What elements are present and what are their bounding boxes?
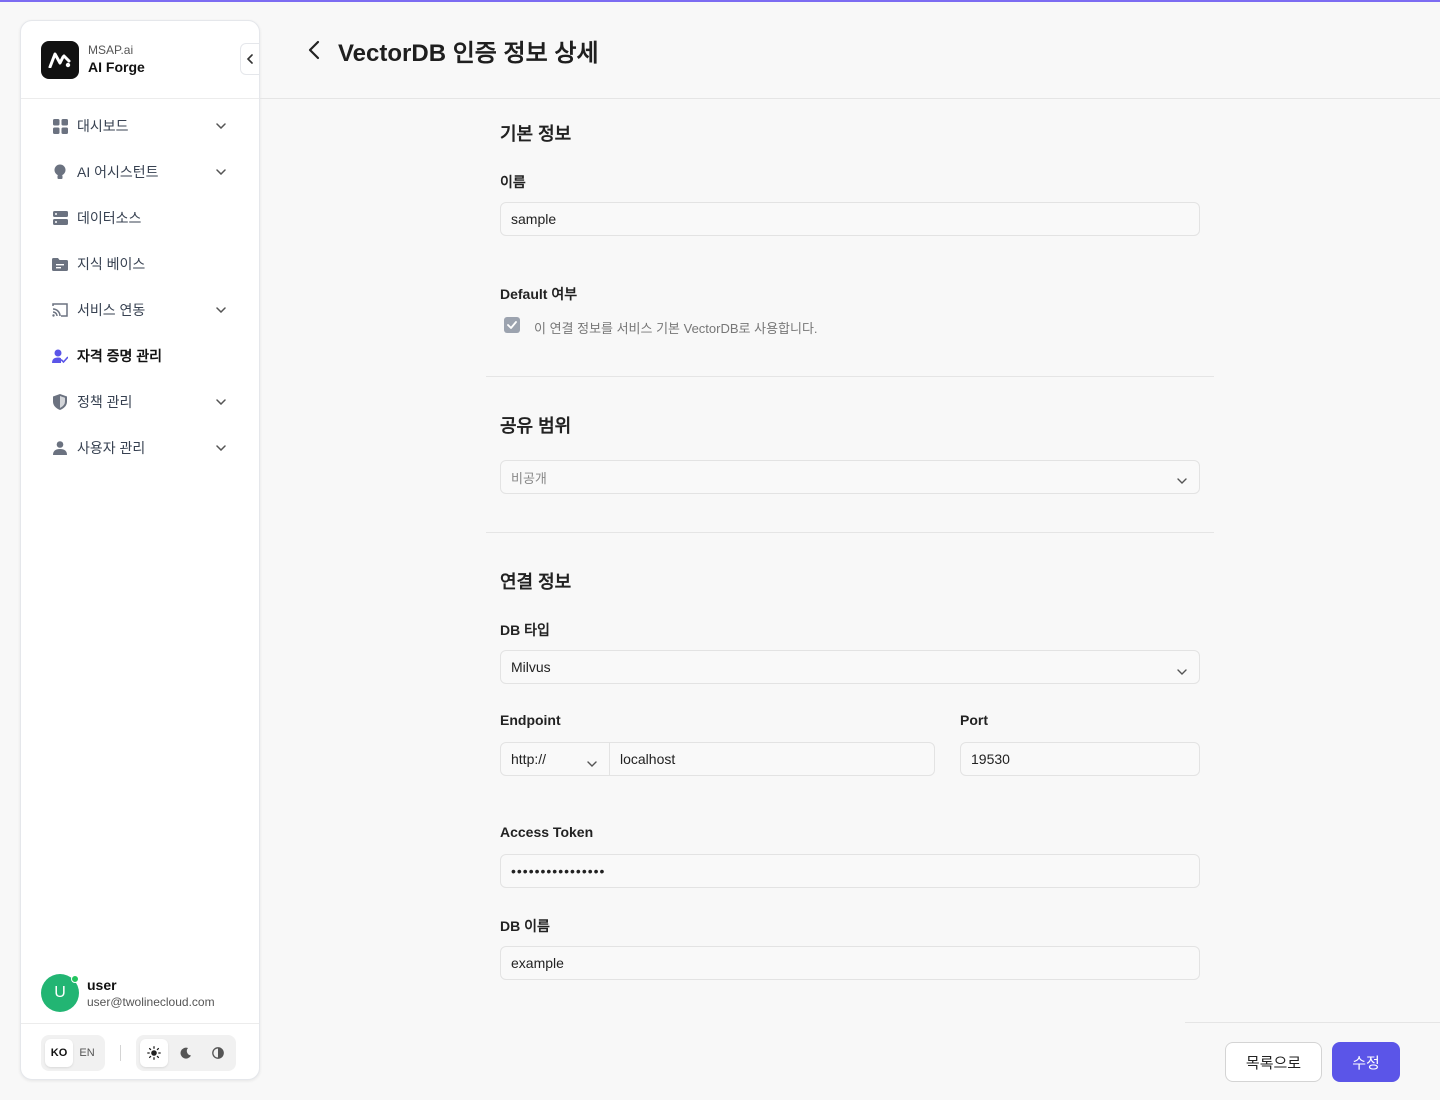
sidebar-item-datasource[interactable]: 데이터소스 [21,195,259,241]
chevron-down-icon [587,754,597,770]
sidebar-item-service-integration[interactable]: 서비스 연동 [21,287,259,333]
chevron-down-icon [1177,472,1187,487]
sidebar-item-label: 사용자 관리 [77,440,146,456]
dashboard-icon [52,118,68,134]
divider [120,1044,121,1061]
language-switcher: KO EN [41,1034,105,1071]
database-icon [52,210,68,226]
sidebar-footer: KO EN [21,1023,259,1081]
user-profile[interactable]: U user user@twolinecloud.com [21,963,259,1023]
section-divider [486,376,1214,377]
check-icon [507,321,517,329]
endpoint-label: Endpoint [500,712,561,728]
default-label: Default 여부 [500,286,578,302]
folder-icon [52,256,68,272]
share-scope-value: 비공개 [511,470,547,486]
page-header: VectorDB 인증 정보 상세 [260,2,1440,99]
db-type-select[interactable]: Milvus [500,650,1200,684]
sidebar-item-ai-assistant[interactable]: AI 어시스턴트 [21,149,259,195]
sun-icon [147,1045,161,1060]
action-bar-divider [1185,1022,1440,1023]
brand-name: AI Forge [88,59,145,75]
chevron-down-icon [215,442,227,454]
section-divider [486,532,1214,533]
sidebar-item-label: AI 어시스턴트 [77,164,159,180]
sidebar-collapse-button[interactable] [240,43,260,75]
sidebar-item-dashboard[interactable]: 대시보드 [21,103,259,149]
sidebar-item-label: 대시보드 [77,118,129,134]
section-title-connection: 연결 정보 [500,572,572,592]
back-button[interactable] [302,38,326,62]
lang-en-button[interactable]: EN [73,1039,101,1067]
chevron-down-icon [215,166,227,178]
protocol-value: http:// [511,751,547,767]
section-title-share: 공유 범위 [500,416,572,436]
port-field[interactable]: 19530 [960,742,1200,776]
sidebar-item-label: 지식 베이스 [77,256,146,272]
brand-subtitle: MSAP.ai [88,43,134,57]
moon-icon [180,1047,191,1059]
sidebar-item-policy[interactable]: 정책 관리 [21,379,259,425]
theme-dark-button[interactable] [172,1039,200,1067]
lang-ko-button[interactable]: KO [45,1038,73,1067]
sidebar-item-knowledge-base[interactable]: 지식 베이스 [21,241,259,287]
theme-light-button[interactable] [140,1038,168,1067]
lightbulb-icon [52,164,68,180]
name-label: 이름 [500,174,526,190]
db-type-value: Milvus [511,659,551,675]
user-name: user [87,977,117,993]
sidebar-item-credentials[interactable]: 자격 증명 관리 [21,333,259,379]
default-checkbox-text: 이 연결 정보를 서비스 기본 VectorDB로 사용합니다. [534,321,818,336]
theme-system-button[interactable] [204,1039,232,1067]
access-token-field[interactable]: •••••••••••••••• [500,854,1200,888]
sidebar: MSAP.ai AI Forge 대시보드 AI 어시스턴트 데이터소스 지식 … [20,20,260,1080]
sidebar-item-label: 데이터소스 [77,210,142,226]
theme-switcher [136,1034,236,1071]
contrast-icon [212,1046,224,1059]
name-field[interactable]: sample [500,202,1200,236]
host-field[interactable]: localhost [609,742,935,776]
chevron-down-icon [1177,662,1187,678]
person-icon [52,440,68,456]
db-type-label: DB 타입 [500,622,550,638]
user-email: user@twolinecloud.com [87,995,215,1009]
section-title-basic: 기본 정보 [500,124,572,144]
page-title: VectorDB 인증 정보 상세 [338,39,599,67]
arrow-left-icon [308,40,320,60]
avatar: U [41,974,79,1012]
db-name-label: DB 이름 [500,918,550,934]
sidebar-item-users[interactable]: 사용자 관리 [21,425,259,471]
default-checkbox[interactable] [504,317,520,333]
online-status-dot [71,975,79,983]
edit-button[interactable]: 수정 [1332,1042,1400,1082]
share-scope-select[interactable]: 비공개 [500,460,1200,494]
chevron-down-icon [215,304,227,316]
db-name-field[interactable]: example [500,946,1200,980]
sidebar-item-label: 자격 증명 관리 [77,348,163,364]
chevron-down-icon [215,396,227,408]
cast-icon [52,302,68,318]
access-token-label: Access Token [500,824,594,840]
avatar-initial: U [54,984,66,1001]
shield-icon [52,394,68,410]
chevron-down-icon [215,120,227,132]
credential-icon [52,348,68,364]
sidebar-item-label: 정책 관리 [77,394,133,410]
sidebar-item-label: 서비스 연동 [77,302,146,318]
port-label: Port [960,712,988,728]
logo-icon [41,40,79,79]
sidebar-nav: 대시보드 AI 어시스턴트 데이터소스 지식 베이스 서비스 연동 자격 증명 … [21,99,259,471]
back-to-list-button[interactable]: 목록으로 [1225,1042,1322,1082]
protocol-select[interactable]: http:// [500,742,610,776]
chevron-left-icon [246,54,253,64]
brand[interactable]: MSAP.ai AI Forge [21,21,260,99]
